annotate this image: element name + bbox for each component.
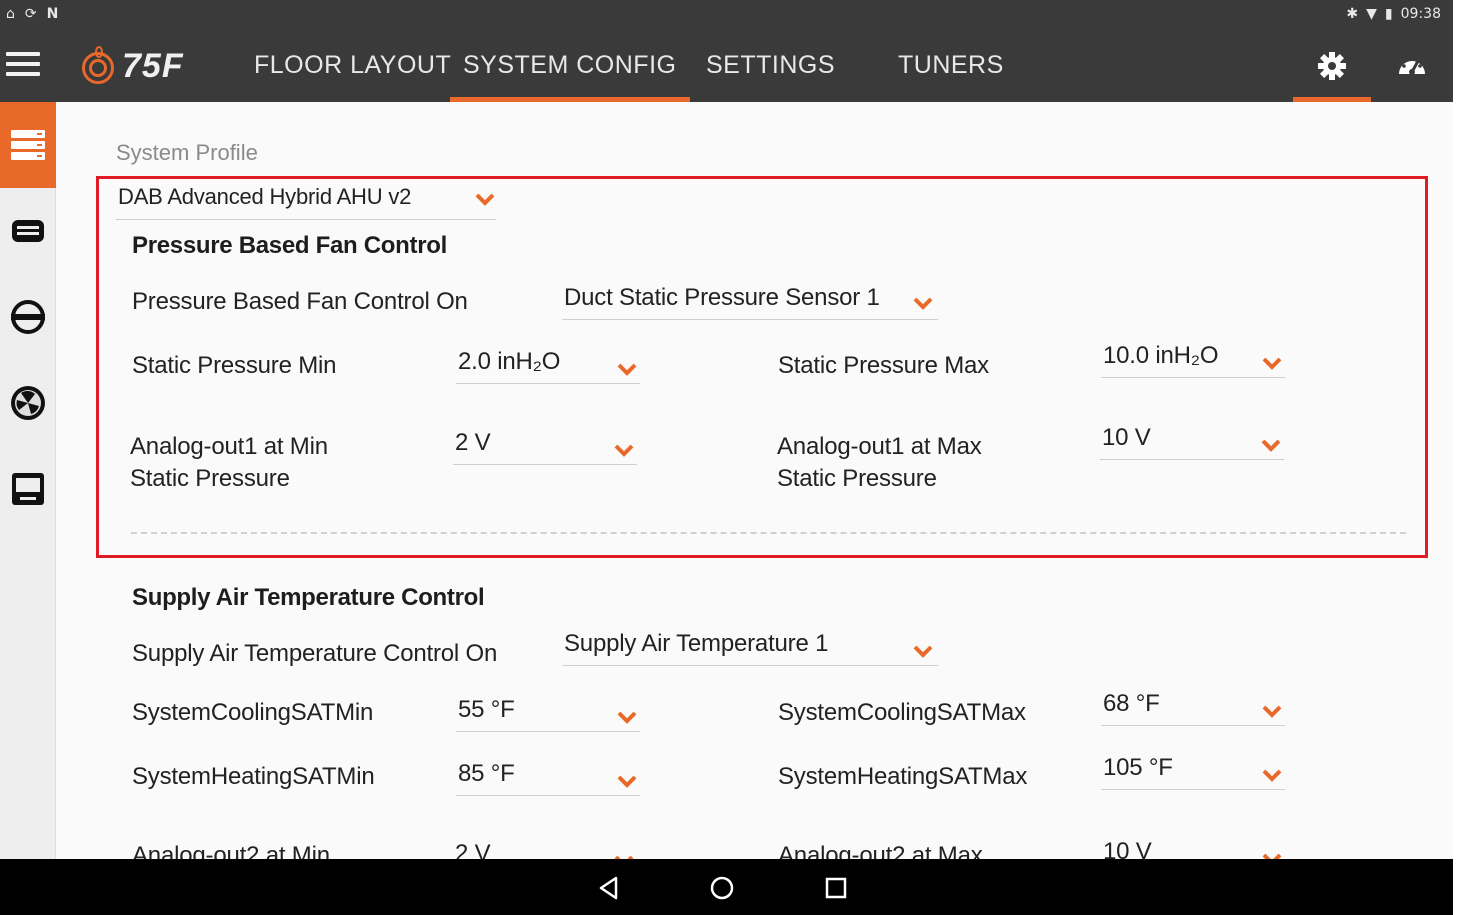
system-profile-icon[interactable]: [0, 102, 56, 188]
wifi-icon: ▼: [1366, 6, 1377, 22]
ao2-max-value: 10 V: [1103, 838, 1152, 859]
ao2-min-label: Analog-out2 at Min: [132, 842, 330, 859]
cooling-sat-min-value: 55 °F: [458, 696, 515, 723]
chevron-down-icon: [616, 706, 638, 728]
chevron-down-icon: [1261, 764, 1283, 786]
ahu-icon[interactable]: [0, 274, 56, 360]
heating-sat-max-value: 105 °F: [1103, 754, 1173, 781]
display-icon[interactable]: [0, 446, 56, 532]
ao1-max-label-line1: Analog-out1 at Max: [777, 433, 982, 460]
gear-icon[interactable]: [1293, 50, 1371, 102]
static-pressure-min-value: 2.0 inH₂O: [458, 348, 561, 375]
status-bar: ⌂ ⟳ N ✱ ▼ ▮ 09:38: [0, 0, 1453, 32]
sat-control-on-label: Supply Air Temperature Control On: [132, 640, 498, 667]
cooling-sat-min-label: SystemCoolingSATMin: [132, 699, 374, 726]
heating-sat-max-dropdown[interactable]: 105 °F: [1101, 750, 1285, 790]
chevron-down-icon: [616, 358, 638, 380]
chevron-down-icon: [1261, 848, 1283, 859]
sat-section-title: Supply Air Temperature Control: [132, 584, 485, 611]
chevron-down-icon: [1261, 352, 1283, 374]
android-navigation-bar: [0, 859, 1453, 915]
cooling-sat-max-dropdown[interactable]: 68 °F: [1101, 686, 1285, 726]
system-profile-label: System Profile: [116, 140, 258, 165]
heating-sat-min-value: 85 °F: [458, 760, 515, 787]
chevron-down-icon: [1260, 434, 1282, 456]
fan-icon[interactable]: [0, 360, 56, 446]
dashboard-gauge-icon[interactable]: [1395, 50, 1429, 84]
screen-edge: [1453, 0, 1462, 915]
back-icon[interactable]: [594, 873, 624, 903]
sync-icon: ⟳: [24, 6, 37, 22]
tab-floor-layout[interactable]: FLOOR LAYOUT: [254, 32, 451, 102]
chevron-down-icon: [912, 640, 934, 662]
heating-sat-min-dropdown[interactable]: 85 °F: [456, 756, 640, 796]
tab-tuners[interactable]: TUNERS: [898, 32, 1004, 102]
heating-sat-max-label: SystemHeatingSATMax: [778, 763, 1028, 790]
system-config-panel: System Profile DAB Advanced Hybrid AHU v…: [56, 102, 1453, 859]
chevron-down-icon: [613, 439, 635, 461]
heating-sat-min-label: SystemHeatingSATMin: [132, 763, 375, 790]
static-pressure-max-label: Static Pressure Max: [778, 352, 989, 379]
chevron-down-icon: [1261, 700, 1283, 722]
pressure-section-title: Pressure Based Fan Control: [132, 232, 447, 259]
cooling-sat-min-dropdown[interactable]: 55 °F: [456, 692, 640, 732]
static-pressure-min-label: Static Pressure Min: [132, 352, 337, 379]
flame-logo-icon: [80, 46, 116, 86]
pressure-control-on-value: Duct Static Pressure Sensor 1: [564, 284, 880, 311]
ao2-min-dropdown[interactable]: 2 V: [453, 836, 637, 859]
tab-system-config[interactable]: SYSTEM CONFIG: [449, 32, 691, 102]
chevron-down-icon: [613, 850, 635, 859]
logo-text: 75F: [122, 46, 184, 85]
brand-logo: 75F: [80, 46, 184, 86]
ao1-min-dropdown[interactable]: 2 V: [453, 425, 637, 465]
sat-control-on-value: Supply Air Temperature 1: [564, 630, 829, 657]
ao1-max-label-line2: Static Pressure: [777, 465, 937, 492]
section-divider: [131, 532, 1406, 534]
bluetooth-icon: ✱: [1346, 6, 1359, 22]
side-rail: [0, 102, 56, 859]
cooling-sat-max-value: 68 °F: [1103, 690, 1160, 717]
status-clock: 09:38: [1400, 6, 1441, 22]
tab-settings[interactable]: SETTINGS: [706, 32, 835, 102]
module-icon[interactable]: [0, 188, 56, 274]
home-icon[interactable]: [707, 873, 737, 903]
static-pressure-max-value: 10.0 inH₂O: [1103, 342, 1219, 369]
static-pressure-max-dropdown[interactable]: 10.0 inH₂O: [1101, 338, 1285, 378]
chevron-down-icon: [616, 770, 638, 792]
ao1-min-label-line1: Analog-out1 at Min: [130, 433, 328, 460]
cooling-sat-max-label: SystemCoolingSATMax: [778, 699, 1026, 726]
ao2-max-label: Analog-out2 at Max: [778, 842, 983, 859]
recents-icon[interactable]: [821, 873, 851, 903]
ao2-min-value: 2 V: [455, 840, 491, 859]
static-pressure-min-dropdown[interactable]: 2.0 inH₂O: [456, 344, 640, 384]
ao2-max-dropdown[interactable]: 10 V: [1101, 834, 1285, 859]
pressure-control-on-label: Pressure Based Fan Control On: [132, 288, 468, 315]
ao1-min-label-line2: Static Pressure: [130, 465, 290, 492]
ao1-max-dropdown[interactable]: 10 V: [1100, 420, 1284, 460]
chevron-down-icon: [912, 292, 934, 314]
top-navigation-bar: 75F FLOOR LAYOUT SYSTEM CONFIG SETTINGS …: [0, 32, 1453, 102]
ao1-max-value: 10 V: [1102, 424, 1151, 451]
ao1-min-value: 2 V: [455, 429, 491, 456]
battery-icon: ▮: [1384, 6, 1393, 22]
home-outline-icon: ⌂: [6, 6, 15, 22]
pressure-control-on-dropdown[interactable]: Duct Static Pressure Sensor 1: [562, 280, 938, 320]
n-badge-icon: N: [46, 6, 59, 22]
sat-control-on-dropdown[interactable]: Supply Air Temperature 1: [562, 626, 938, 666]
hamburger-menu-icon[interactable]: [6, 52, 40, 80]
